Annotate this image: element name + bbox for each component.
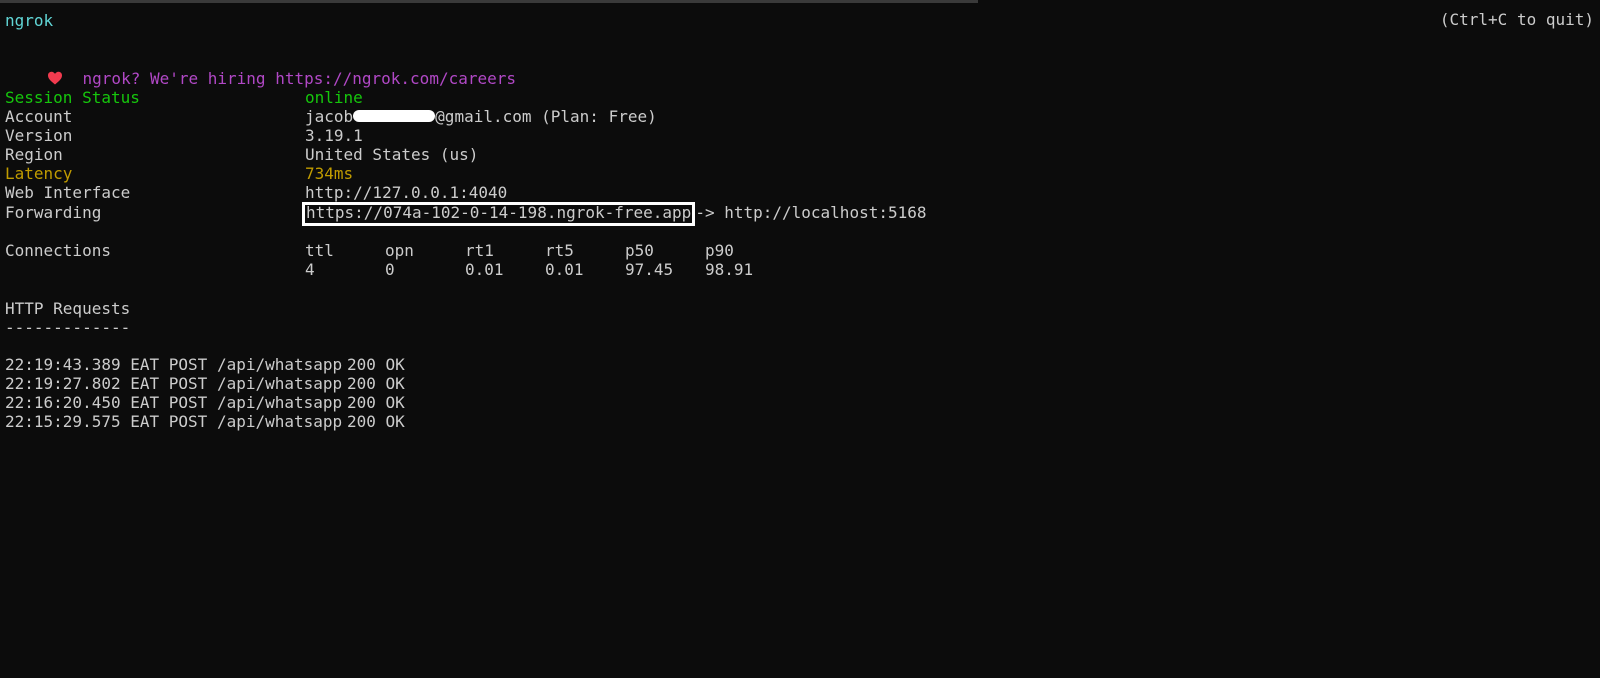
request-path: /api/whatsapp [216, 355, 343, 374]
conn-value-ttl: 4 [305, 260, 315, 279]
conn-value-rt1: 0.01 [465, 260, 504, 279]
connections-label: Connections [5, 241, 111, 260]
session-status-row: Session Status online [5, 88, 363, 108]
hiring-text[interactable]: ngrok? We're hiring https://ngrok.com/ca… [83, 69, 516, 88]
forwarding-row: Forwarding https://074a-102-0-14-198.ngro… [5, 202, 927, 226]
request-method: POST [168, 412, 208, 431]
latency-row: Latency 734ms [5, 164, 353, 184]
connections-header-row: Connections ttl opn rt1 rt5 p50 p90 [5, 241, 785, 261]
request-row: 22:19:27.802 EAT POST /api/whatsapp 200 O… [5, 374, 405, 394]
forwarding-url-highlight: https://074a-102-0-14-198.ngrok-free.app [302, 202, 696, 226]
web-interface-row: Web Interface http://127.0.0.1:4040 [5, 183, 507, 203]
version-row: Version 3.19.1 [5, 126, 363, 146]
request-path: /api/whatsapp [216, 412, 343, 431]
conn-header-opn: opn [385, 241, 414, 260]
region-row: Region United States (us) [5, 145, 478, 165]
http-requests-underline: ------------- [5, 318, 131, 337]
request-time: 22:19:27.802 EAT [5, 374, 160, 393]
forwarding-label: Forwarding [5, 203, 102, 222]
account-row: Account jacob @gmail.com (Plan: Free) [5, 107, 657, 127]
request-method: POST [168, 393, 208, 412]
request-time: 22:15:29.575 EAT [5, 412, 160, 431]
account-label: Account [5, 107, 73, 126]
conn-header-ttl: ttl [305, 241, 334, 260]
request-status: 200 OK [346, 393, 405, 412]
conn-value-opn: 0 [385, 260, 395, 279]
conn-value-p50: 97.45 [625, 260, 674, 279]
conn-header-p50: p50 [625, 241, 654, 260]
session-status-value: online [305, 88, 363, 107]
request-path: /api/whatsapp [216, 374, 343, 393]
account-suffix: @gmail.com (Plan: Free) [435, 107, 657, 126]
terminal-window[interactable]: ngrok (Ctrl+C to quit) ngrok? We're hiri… [0, 0, 1600, 678]
conn-header-rt1: rt1 [465, 241, 494, 260]
redaction-mark [353, 110, 436, 122]
quit-hint: (Ctrl+C to quit) [1439, 10, 1594, 29]
app-name: ngrok [5, 11, 54, 30]
request-row: 22:19:43.389 EAT POST /api/whatsapp 200 O… [5, 355, 405, 375]
region-label: Region [5, 145, 63, 164]
conn-header-rt5: rt5 [545, 241, 574, 260]
request-time: 22:16:20.450 EAT [5, 393, 160, 412]
version-label: Version [5, 126, 73, 145]
latency-label: Latency [5, 164, 73, 183]
latency-value: 734ms [305, 164, 354, 183]
request-path: /api/whatsapp [216, 393, 343, 412]
heart-icon [47, 71, 62, 84]
web-interface-link[interactable]: http://127.0.0.1:4040 [305, 183, 507, 202]
conn-header-p90: p90 [705, 241, 734, 260]
request-status: 200 OK [346, 412, 405, 431]
request-status: 200 OK [346, 374, 405, 393]
hiring-line: ngrok? We're hiring https://ngrok.com/ca… [8, 49, 516, 88]
request-method: POST [168, 355, 208, 374]
request-status: 200 OK [346, 355, 405, 374]
request-method: POST [168, 374, 208, 393]
account-prefix: jacob [305, 107, 354, 126]
conn-value-rt5: 0.01 [545, 260, 584, 279]
request-row: 22:15:29.575 EAT POST /api/whatsapp 200 O… [5, 412, 405, 432]
forwarding-target: -> http://localhost:5168 [695, 203, 927, 222]
conn-value-p90: 98.91 [705, 260, 754, 279]
region-value: United States (us) [305, 145, 479, 164]
top-strip [0, 0, 978, 3]
connections-values-row: 4 0 0.01 0.01 97.45 98.91 [5, 260, 785, 280]
request-row: 22:16:20.450 EAT POST /api/whatsapp 200 O… [5, 393, 405, 413]
version-value: 3.19.1 [305, 126, 363, 145]
web-interface-label: Web Interface [5, 183, 131, 202]
session-status-label: Session Status [5, 88, 140, 107]
forwarding-url[interactable]: https://074a-102-0-14-198.ngrok-free.app [306, 203, 691, 222]
request-time: 22:19:43.389 EAT [5, 355, 160, 374]
http-requests-title: HTTP Requests [5, 299, 131, 318]
